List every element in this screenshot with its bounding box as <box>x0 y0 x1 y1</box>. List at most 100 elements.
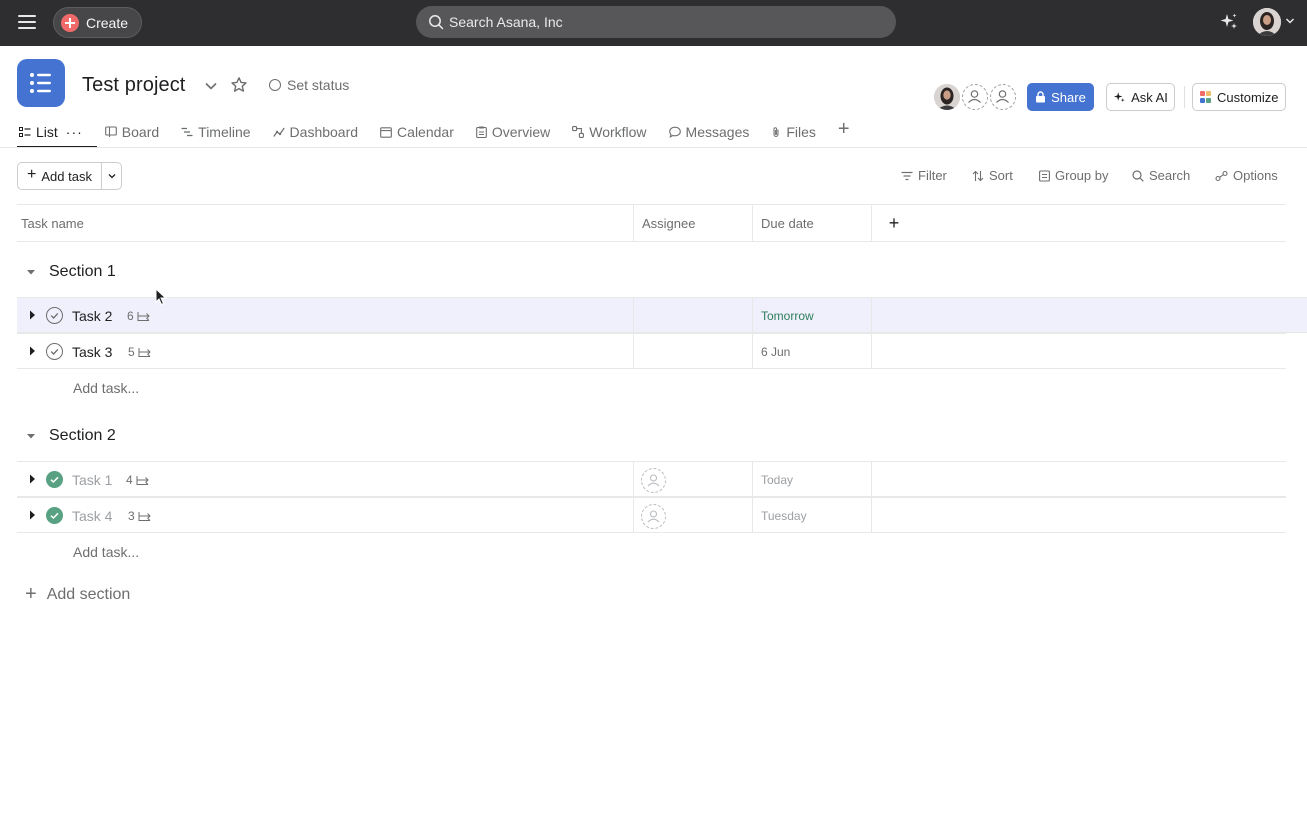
global-search-placeholder: Search Asana, Inc <box>449 14 563 30</box>
list-icon <box>19 127 31 137</box>
tab-more-icon[interactable]: ··· <box>66 124 83 140</box>
subtask-icon <box>137 311 150 321</box>
search-button[interactable]: Search <box>1132 168 1190 183</box>
top-bar: Create Search Asana, Inc <box>0 0 1307 46</box>
create-button-label: Create <box>86 14 129 31</box>
create-button[interactable]: Create <box>53 7 142 38</box>
column-divider <box>871 462 872 497</box>
add-section-label: Add section <box>46 585 131 603</box>
table-row[interactable]: Task 2 6 Tomorrow <box>17 297 1307 333</box>
tab-board[interactable]: Board <box>104 122 160 142</box>
task-completed-checkbox[interactable] <box>46 507 63 524</box>
sort-button[interactable]: Sort <box>972 168 1013 183</box>
member-placeholder-icon[interactable] <box>962 84 988 110</box>
board-icon <box>104 126 117 137</box>
star-icon[interactable] <box>230 76 248 94</box>
add-task-inline-button[interactable]: Add task... <box>73 380 139 396</box>
assignee-placeholder-icon[interactable] <box>641 468 666 493</box>
section-header[interactable]: Section 2 <box>17 421 116 451</box>
set-status-button[interactable]: Set status <box>269 77 349 93</box>
search-icon <box>429 15 444 30</box>
share-button[interactable]: Share <box>1027 83 1094 111</box>
add-task-button[interactable]: + Add task <box>17 162 101 190</box>
task-complete-checkbox[interactable] <box>46 307 63 324</box>
messages-icon <box>668 126 681 138</box>
ai-sparkle-icon[interactable] <box>1219 12 1239 32</box>
tab-label: Workflow <box>589 124 647 140</box>
assignee-placeholder-icon[interactable] <box>641 504 666 529</box>
add-tab-icon[interactable]: + <box>838 118 850 141</box>
options-button[interactable]: Options <box>1215 168 1278 183</box>
tab-label: List <box>36 124 58 140</box>
task-name[interactable]: Task 3 <box>72 344 112 360</box>
lock-icon <box>1036 91 1046 103</box>
tab-workflow[interactable]: Workflow <box>572 122 647 142</box>
filter-button[interactable]: Filter <box>901 168 947 183</box>
task-completed-checkbox[interactable] <box>46 471 63 488</box>
project-title[interactable]: Test project <box>82 74 185 97</box>
due-date[interactable]: Today <box>761 473 793 487</box>
plus-icon <box>61 13 79 32</box>
add-column-icon[interactable]: + <box>872 205 916 242</box>
add-section-button[interactable]: + Add section <box>25 583 130 606</box>
collapse-section-icon[interactable] <box>17 267 45 277</box>
add-task-dropdown-button[interactable] <box>101 162 122 190</box>
customize-label: Customize <box>1217 89 1279 105</box>
project-menu-chevron-icon[interactable] <box>203 78 219 94</box>
subtask-count[interactable]: 3 <box>128 509 151 523</box>
tab-label: Board <box>121 124 160 140</box>
section-header[interactable]: Section 1 <box>17 257 116 287</box>
section-title[interactable]: Section 1 <box>49 263 116 281</box>
subtask-icon <box>138 511 151 521</box>
section-title[interactable]: Section 2 <box>49 427 116 445</box>
tab-overview[interactable]: Overview <box>476 122 550 142</box>
add-task-inline-button[interactable]: Add task... <box>73 544 139 560</box>
tab-timeline[interactable]: Timeline <box>181 122 251 142</box>
table-row[interactable]: Task 3 5 6 Jun <box>17 333 1286 369</box>
column-header-task-name[interactable]: Task name <box>21 205 84 242</box>
expand-subtasks-icon[interactable] <box>27 473 37 485</box>
overview-icon <box>476 126 487 138</box>
subtask-count[interactable]: 5 <box>128 345 151 359</box>
column-divider <box>871 334 872 369</box>
column-header-assignee[interactable]: Assignee <box>642 205 695 242</box>
column-divider <box>752 498 753 533</box>
column-divider <box>752 334 753 369</box>
user-avatar[interactable] <box>1253 8 1281 36</box>
table-row[interactable]: Task 4 3 Tuesday <box>17 497 1286 533</box>
tab-calendar[interactable]: Calendar <box>380 122 454 142</box>
collapse-section-icon[interactable] <box>17 431 45 441</box>
ask-ai-button[interactable]: Ask AI <box>1106 83 1175 111</box>
customize-button[interactable]: Customize <box>1192 83 1286 111</box>
subtask-count[interactable]: 6 <box>127 309 150 323</box>
expand-subtasks-icon[interactable] <box>27 345 37 357</box>
member-placeholder-icon[interactable] <box>990 84 1016 110</box>
project-members[interactable] <box>934 84 1018 110</box>
hamburger-menu-icon[interactable] <box>18 15 36 29</box>
task-complete-checkbox[interactable] <box>46 343 63 360</box>
expand-subtasks-icon[interactable] <box>27 309 37 321</box>
status-circle-icon <box>269 79 281 91</box>
ask-ai-label: Ask AI <box>1131 89 1168 105</box>
global-search-input[interactable]: Search Asana, Inc <box>416 6 896 38</box>
task-name[interactable]: Task 2 <box>72 308 112 324</box>
tab-label: Timeline <box>198 124 251 140</box>
tab-files[interactable]: Files <box>771 122 816 142</box>
expand-subtasks-icon[interactable] <box>27 509 37 521</box>
tab-list[interactable]: List ··· <box>17 122 97 148</box>
table-row[interactable]: Task 1 4 Today <box>17 461 1286 497</box>
due-date[interactable]: 6 Jun <box>761 345 790 359</box>
due-date[interactable]: Tomorrow <box>761 309 814 323</box>
column-divider <box>752 462 753 497</box>
task-name[interactable]: Task 4 <box>72 508 112 524</box>
group-by-button[interactable]: Group by <box>1039 168 1108 183</box>
chevron-down-icon[interactable] <box>1285 16 1295 26</box>
column-header-due-date[interactable]: Due date <box>761 205 814 242</box>
subtask-count[interactable]: 4 <box>126 473 149 487</box>
tab-messages[interactable]: Messages <box>668 122 749 142</box>
tab-dashboard[interactable]: Dashboard <box>272 122 358 142</box>
due-date[interactable]: Tuesday <box>761 509 807 523</box>
member-avatar[interactable] <box>934 84 960 110</box>
tab-label: Calendar <box>397 124 454 140</box>
task-name[interactable]: Task 1 <box>72 472 112 488</box>
